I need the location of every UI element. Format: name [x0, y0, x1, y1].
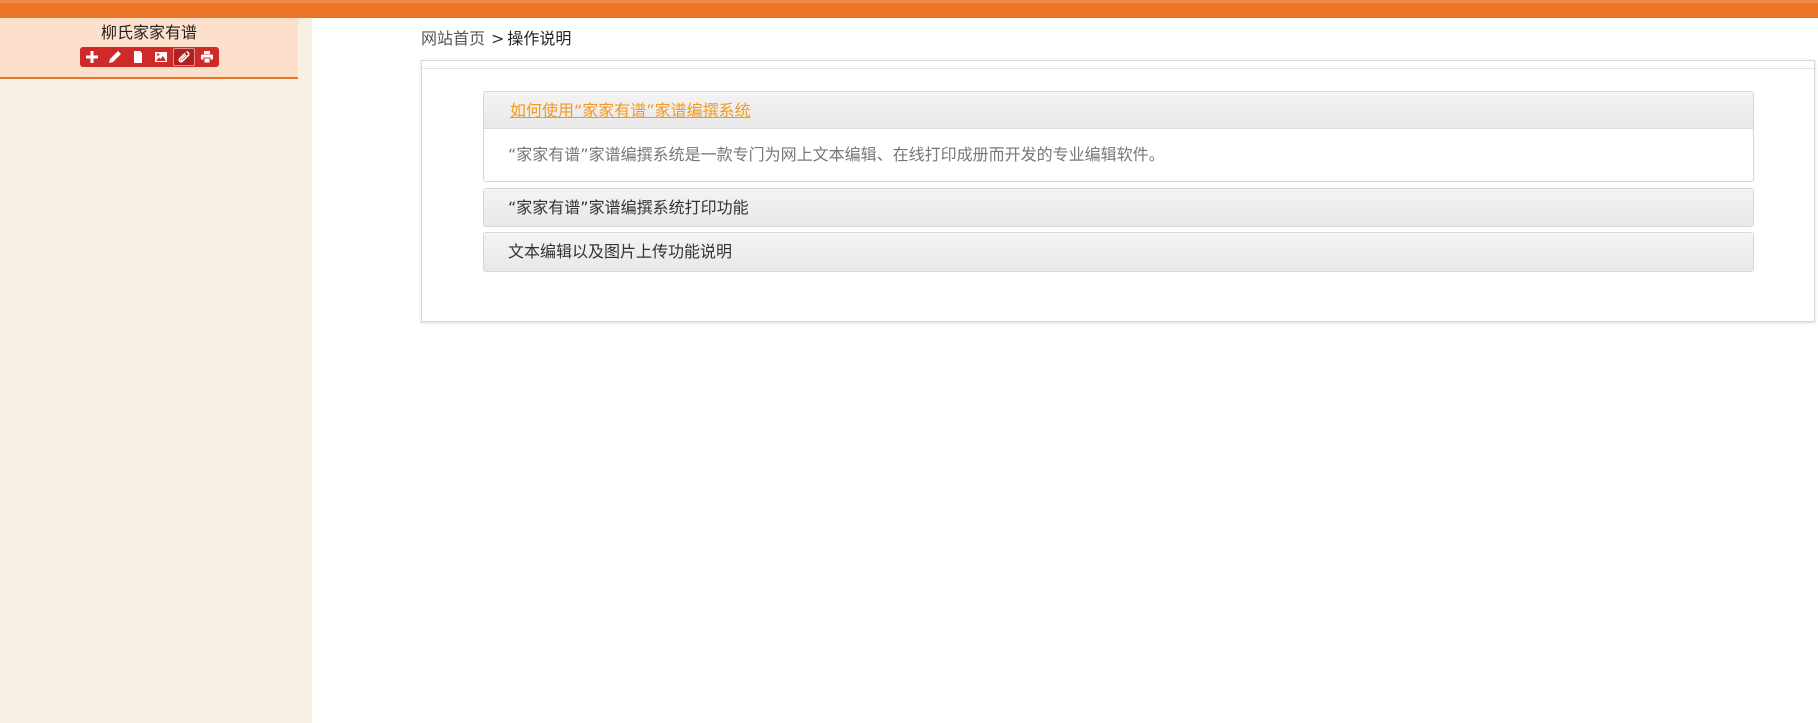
sidebar: 柳氏家家有谱: [0, 18, 312, 723]
breadcrumb-current: 操作说明: [507, 29, 572, 48]
edit-button[interactable]: [104, 48, 126, 66]
accordion-body-usage: “家家有谱”家谱编撰系统是一款专门为网上文本编辑、在线打印成册而开发的专业编辑软…: [508, 145, 1165, 164]
add-button[interactable]: [81, 48, 103, 66]
accordion-header-usage[interactable]: 如何使用“家家有谱”家谱编撰系统: [484, 92, 1753, 129]
attachment-button[interactable]: [172, 48, 195, 66]
document-icon: [133, 51, 142, 63]
accordion-item-edit-upload: 文本编辑以及图片上传功能说明: [483, 232, 1754, 272]
breadcrumb-home-link[interactable]: 网站首页: [421, 29, 485, 48]
sidebar-header: 柳氏家家有谱: [0, 18, 298, 79]
accordion-header-edit-upload[interactable]: 文本编辑以及图片上传功能说明: [484, 233, 1753, 271]
content-panel: 如何使用“家家有谱”家谱编撰系统 “家家有谱”家谱编撰系统是一款专门为网上文本编…: [421, 60, 1815, 322]
accordion-item-usage: 如何使用“家家有谱”家谱编撰系统 “家家有谱”家谱编撰系统是一款专门为网上文本编…: [483, 91, 1754, 182]
panel-divider: [422, 68, 1814, 69]
print-button[interactable]: [196, 48, 218, 66]
image-icon: [154, 52, 167, 62]
breadcrumb: 网站首页 > 操作说明: [421, 28, 571, 50]
breadcrumb-separator: >: [491, 29, 505, 48]
top-bar: [0, 0, 1818, 18]
plus-icon: [85, 51, 98, 63]
paperclip-icon: [177, 51, 190, 63]
document-button[interactable]: [127, 48, 149, 66]
accordion-title-link[interactable]: 如何使用“家家有谱”家谱编撰系统: [508, 101, 751, 120]
image-button[interactable]: [150, 48, 172, 66]
pencil-icon: [108, 51, 121, 63]
site-name: 柳氏家家有谱: [100, 23, 197, 42]
toolbar: [79, 47, 219, 67]
accordion-header-print[interactable]: “家家有谱”家谱编撰系统打印功能: [484, 189, 1753, 226]
accordion-item-print: “家家有谱”家谱编撰系统打印功能: [483, 188, 1754, 227]
print-icon: [200, 51, 213, 63]
